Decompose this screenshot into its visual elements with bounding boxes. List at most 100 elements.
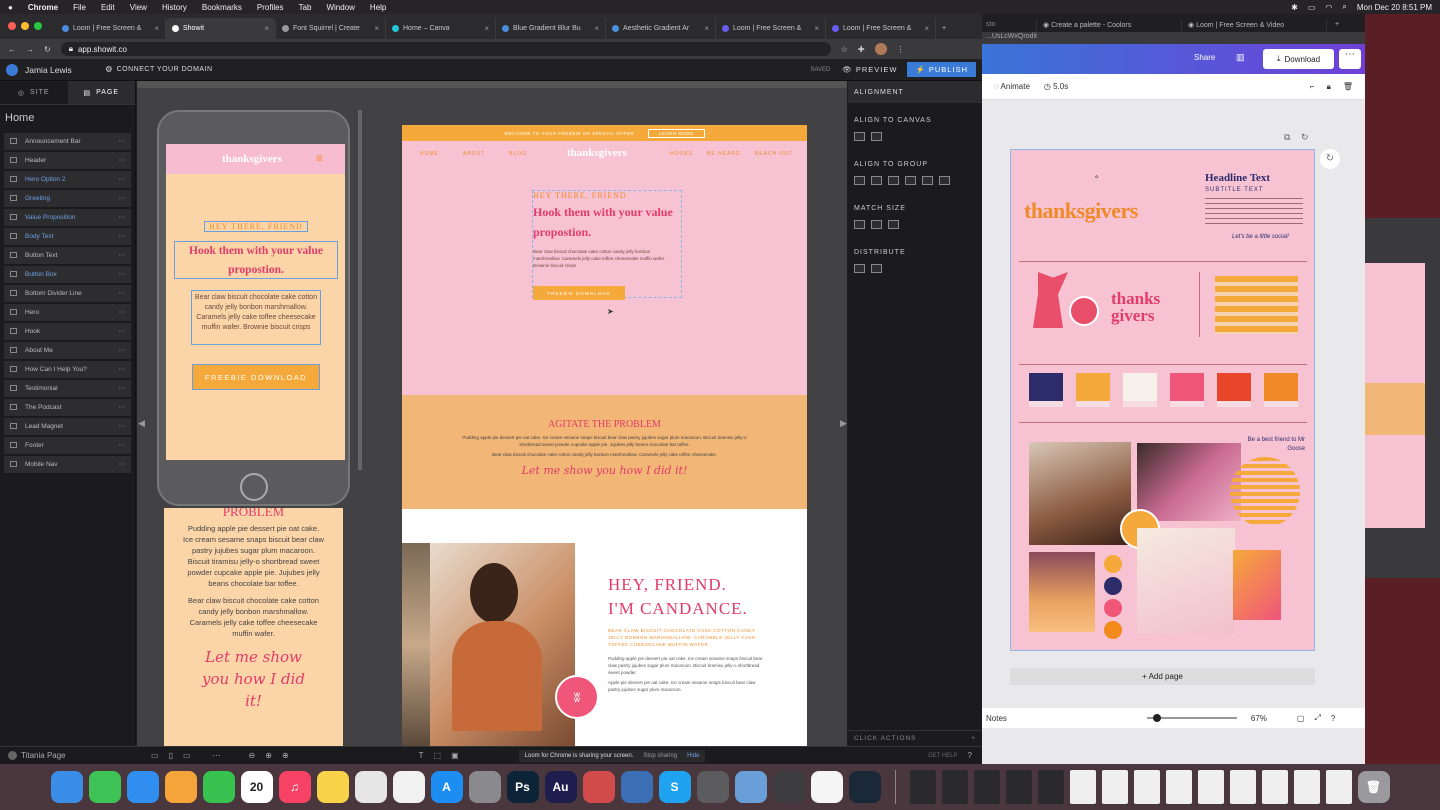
- design-canvas[interactable]: ◀ ▶ thanksgivers ≡ HEY THERE, FRIEND Hoo…: [137, 81, 847, 746]
- layer-item[interactable]: Header ⋯: [4, 151, 131, 169]
- finder-icon[interactable]: [50, 771, 83, 803]
- layer-item[interactable]: Greeting ⋯: [4, 189, 131, 207]
- zoom-level[interactable]: 67%: [1251, 714, 1267, 723]
- publish-button[interactable]: ⚡ PUBLISH: [907, 62, 976, 77]
- get-help-link[interactable]: GET HELP: [928, 753, 958, 759]
- color-swatch[interactable]: [1076, 373, 1110, 407]
- new-tab-button[interactable]: +: [936, 18, 964, 39]
- dock-document-thumbnail[interactable]: [1165, 770, 1192, 804]
- menu-history[interactable]: History: [162, 3, 187, 12]
- layer-item[interactable]: Button Box ⋯: [4, 265, 131, 283]
- help-icon[interactable]: ?: [1331, 714, 1335, 723]
- photos-icon[interactable]: [164, 771, 197, 803]
- layer-item[interactable]: Body Text ⋯: [4, 227, 131, 245]
- apple-icon[interactable]: ●: [8, 3, 13, 12]
- distribute-vertical-icon[interactable]: [871, 264, 882, 273]
- announcement-bar[interactable]: WELCOME TO YOUR FREEBIE OR SPECIAL OFFER…: [402, 125, 807, 141]
- nav-reach-out[interactable]: REACH OUT: [755, 151, 793, 157]
- music-icon[interactable]: ♫: [278, 771, 311, 803]
- mobile-header[interactable]: thanksgivers ≡: [166, 144, 345, 174]
- about-body[interactable]: Pudding apple pie dessert pie oat cake. …: [608, 655, 768, 676]
- layer-item[interactable]: Mobile Nav ⋯: [4, 455, 131, 473]
- color-swatch[interactable]: [1264, 373, 1298, 407]
- copy-page-icon[interactable]: ⧉: [1284, 132, 1290, 143]
- browser-tab-active[interactable]: Showit ×: [166, 18, 276, 39]
- layer-item[interactable]: Hook ⋯: [4, 322, 131, 340]
- more-menu-icon[interactable]: ⋮: [897, 45, 905, 54]
- layer-options-icon[interactable]: ⋯: [119, 137, 126, 145]
- collapse-left-icon[interactable]: ◀: [138, 418, 145, 429]
- align-center-icon[interactable]: [871, 176, 882, 185]
- color-swatch[interactable]: [1217, 373, 1251, 407]
- desktop-freebie-button[interactable]: FREEBIE DOWNLOAD: [533, 286, 625, 300]
- board-script-text[interactable]: Let's be a little social!: [1232, 234, 1289, 240]
- layer-options-icon[interactable]: ⋯: [119, 232, 126, 240]
- notes-icon[interactable]: [316, 771, 349, 803]
- dock-document-thumbnail[interactable]: [1069, 770, 1096, 804]
- dock-document-thumbnail[interactable]: [1101, 770, 1128, 804]
- page-avatar[interactable]: [8, 751, 17, 760]
- menu-window[interactable]: Window: [326, 3, 354, 12]
- shape-tool-icon[interactable]: ⬚: [434, 751, 442, 760]
- zoom-in-icon[interactable]: ⊕: [282, 751, 289, 760]
- layer-item[interactable]: Button Text ⋯: [4, 246, 131, 264]
- layer-item[interactable]: Lead Magnet ⋯: [4, 417, 131, 435]
- mobile-view-icon[interactable]: ▯: [169, 751, 173, 760]
- menu-help[interactable]: Help: [370, 3, 386, 12]
- layer-options-icon[interactable]: ⋯: [119, 460, 126, 468]
- zoom-slider[interactable]: [1146, 714, 1237, 722]
- layer-options-icon[interactable]: ⋯: [119, 308, 126, 316]
- about-subheading[interactable]: BEAR CLAW BISCUIT CHOCOLATE CAKE COTTON …: [608, 627, 768, 648]
- chrome-icon[interactable]: [354, 771, 387, 803]
- layer-options-icon[interactable]: ⋯: [119, 327, 126, 335]
- text-tool-icon[interactable]: T: [419, 751, 424, 760]
- rotate-page-icon[interactable]: ↻: [1320, 149, 1340, 169]
- align-canvas-horizontal-icon[interactable]: [854, 132, 865, 141]
- close-tab-icon[interactable]: ×: [154, 24, 159, 33]
- dock-document-thumbnail[interactable]: [941, 770, 968, 804]
- back-icon[interactable]: ←: [8, 45, 16, 54]
- layer-item[interactable]: Hero Option 2 ⋯: [4, 170, 131, 188]
- fullscreen-icon[interactable]: ⤢: [1314, 713, 1320, 723]
- align-left-icon[interactable]: [854, 176, 865, 185]
- layer-options-icon[interactable]: ⋯: [119, 194, 126, 202]
- dock-document-thumbnail[interactable]: [1005, 770, 1032, 804]
- showit-logo-icon[interactable]: [6, 63, 18, 76]
- page-count-icon[interactable]: ▢: [1297, 714, 1305, 723]
- hero-section[interactable]: HOME ABOUT BLOG thanksgivers HOOKS BE HE…: [402, 141, 807, 395]
- nav-about[interactable]: ABOUT: [463, 151, 485, 157]
- browser-tab[interactable]: ◉ Loom | Free Screen & Video: [1182, 19, 1327, 31]
- lock-icon[interactable]: 🔒︎: [1327, 82, 1331, 92]
- align-top-icon[interactable]: [905, 176, 916, 185]
- spotlight-icon[interactable]: ⌕: [1342, 2, 1346, 12]
- stop-sharing-button[interactable]: Stop sharing: [643, 753, 677, 759]
- facetime-icon[interactable]: [202, 771, 235, 803]
- zoom-out-icon[interactable]: ⊖: [249, 751, 256, 760]
- layer-item[interactable]: Testimonial ⋯: [4, 379, 131, 397]
- layer-options-icon[interactable]: ⋯: [119, 289, 126, 297]
- alignment-tab[interactable]: ALIGNMENT: [848, 81, 982, 103]
- mobile-problem-section[interactable]: PROBLEM Pudding apple pie dessert pie oa…: [164, 508, 343, 746]
- mobile-screen[interactable]: thanksgivers ≡ HEY THERE, FRIEND Hook th…: [166, 144, 345, 460]
- dock-document-thumbnail[interactable]: [1037, 770, 1064, 804]
- layer-options-icon[interactable]: ⋯: [119, 422, 126, 430]
- layer-item[interactable]: Hero ⋯: [4, 303, 131, 321]
- close-tab-icon[interactable]: ×: [594, 24, 599, 33]
- menubar-clock[interactable]: Mon Dec 20 8:51 PM: [1357, 3, 1432, 12]
- about-section[interactable]: ʬ HEY, FRIEND. I'M CANDANCE. BEAR CLAW B…: [402, 509, 807, 746]
- add-icon[interactable]: +: [971, 735, 976, 742]
- nav-home[interactable]: HOME: [420, 151, 439, 157]
- nav-hooks[interactable]: HOOKS: [670, 151, 693, 157]
- gear-icon[interactable]: ⚙: [105, 64, 113, 75]
- align-bottom-icon[interactable]: [939, 176, 950, 185]
- close-tab-icon[interactable]: ×: [924, 24, 929, 33]
- browser-tab[interactable]: Font Squirrel | Create ×: [276, 18, 386, 39]
- photoshop-icon[interactable]: Ps: [506, 771, 539, 803]
- notes-button[interactable]: Notes: [986, 714, 1007, 723]
- audition-icon[interactable]: Au: [544, 771, 577, 803]
- bluetooth-icon[interactable]: ✱: [1291, 3, 1298, 12]
- board-tagline[interactable]: Be a best friend to Mr Goose: [1247, 436, 1305, 454]
- layer-item[interactable]: Announcement Bar ⋯: [4, 132, 131, 150]
- desktop-view-icon[interactable]: ▭: [151, 751, 159, 760]
- mobile-hook[interactable]: Hook them with your value propostion.: [174, 241, 338, 279]
